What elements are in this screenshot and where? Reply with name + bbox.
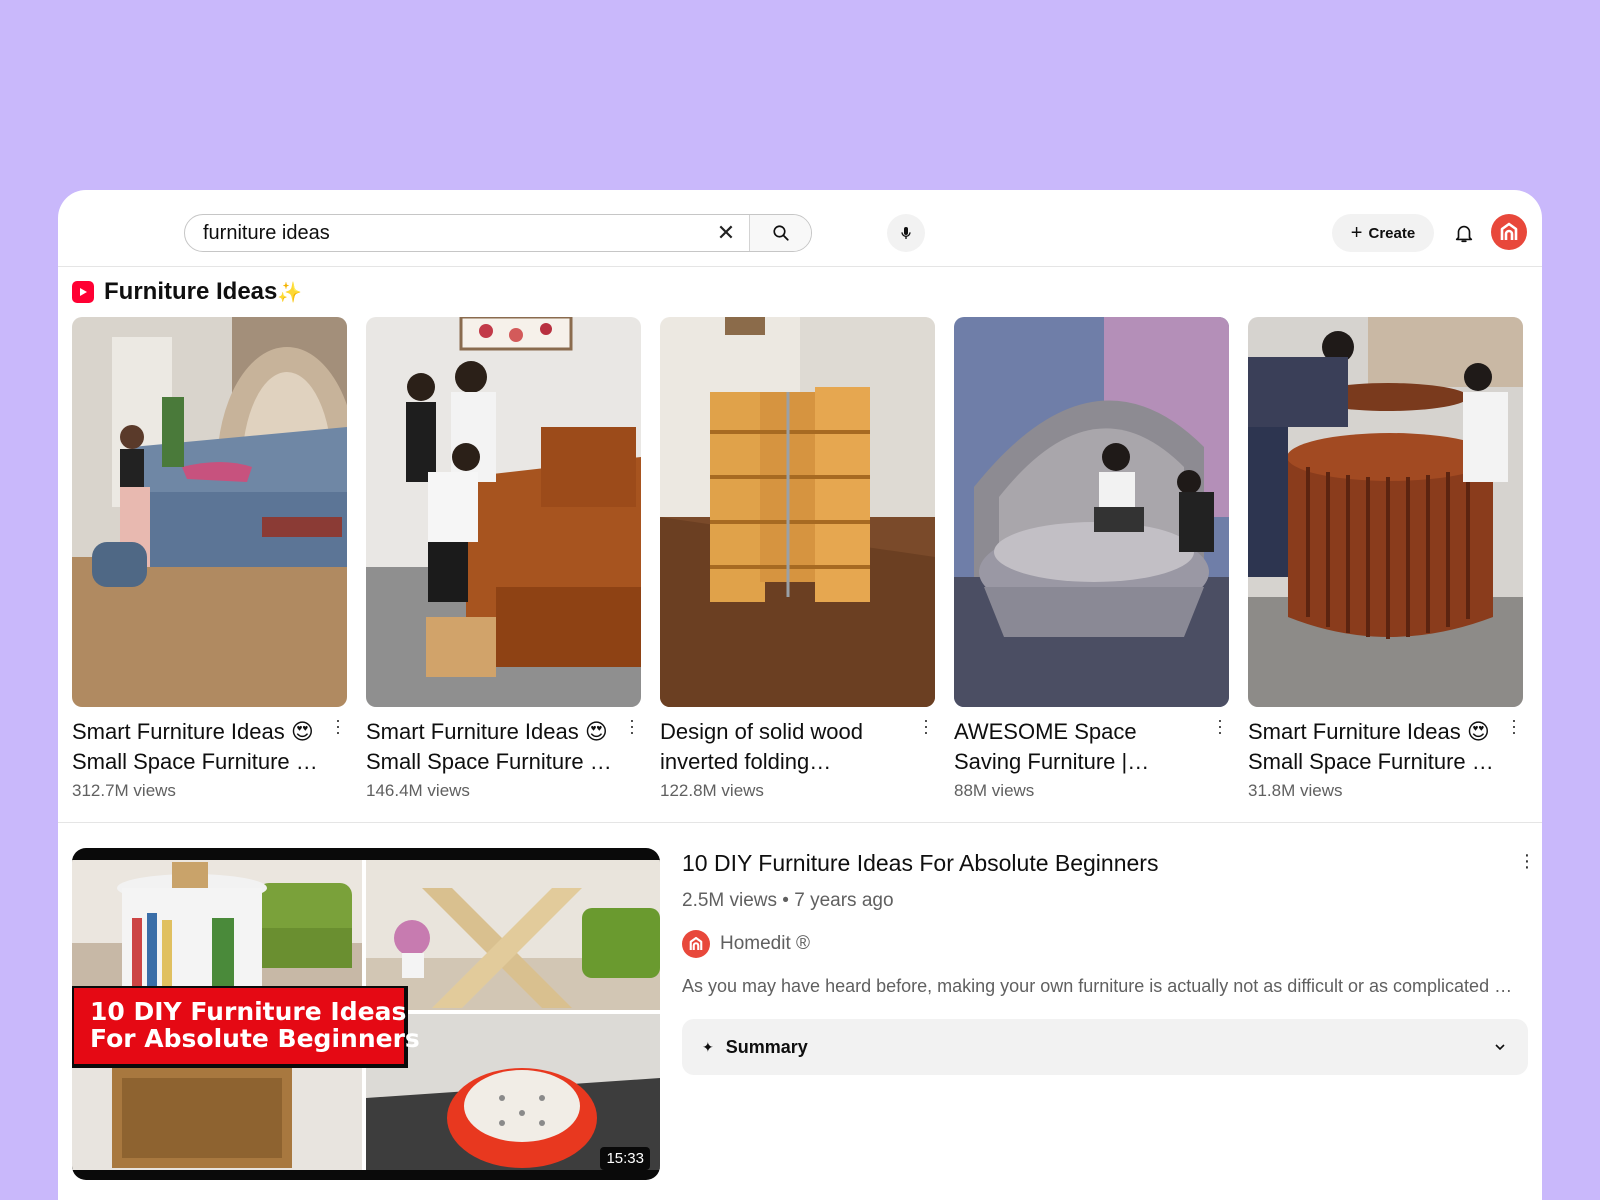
short-views: 31.8M views xyxy=(1248,781,1343,800)
short-thumbnail[interactable] xyxy=(1248,317,1523,707)
section-divider xyxy=(58,822,1542,823)
notifications-button[interactable] xyxy=(1448,217,1480,249)
search-input[interactable] xyxy=(185,215,703,251)
search-button[interactable] xyxy=(749,215,811,251)
video-thumbnail[interactable]: 10 DIY Furniture Ideas For Absolute Begi… xyxy=(72,848,660,1180)
voice-search-button[interactable] xyxy=(887,214,925,252)
shorts-header: Furniture Ideas✨ xyxy=(72,278,302,306)
thumbnail-overlay-text: 10 DIY Furniture Ideas For Absolute Begi… xyxy=(90,997,420,1053)
short-card[interactable]: Smart Furniture Ideas 😍 Small Space Furn… xyxy=(366,317,641,801)
video-description: As you may have heard before, making you… xyxy=(682,976,1518,996)
short-thumbnail[interactable] xyxy=(954,317,1229,707)
more-options-icon[interactable]: · · · xyxy=(1522,845,1532,877)
shorts-logo-icon xyxy=(72,281,94,303)
create-button[interactable]: + Create xyxy=(1332,214,1434,252)
more-options-icon[interactable]: · · · xyxy=(335,711,341,741)
shorts-row: Smart Furniture Ideas 😍 Small Space Furn… xyxy=(72,317,1528,801)
short-title[interactable]: Smart Furniture Ideas 😍 Small Space Furn… xyxy=(366,717,616,777)
video-title[interactable]: 10 DIY Furniture Ideas For Absolute Begi… xyxy=(682,848,1528,878)
short-title[interactable]: AWESOME Space Saving Furniture | Murphy … xyxy=(954,717,1204,777)
shorts-title: Furniture Ideas✨ xyxy=(104,278,303,305)
bell-icon xyxy=(1455,225,1473,243)
channel-name[interactable]: Homedit ® xyxy=(720,933,810,955)
summary-toggle[interactable]: ✦ Summary xyxy=(682,1019,1528,1075)
short-title[interactable]: Smart Furniture Ideas 😍 Small Space Furn… xyxy=(1248,717,1498,777)
short-views: 312.7M views xyxy=(72,781,176,800)
more-options-icon[interactable]: · · · xyxy=(1511,711,1517,741)
close-icon: ✕ xyxy=(716,220,736,245)
sparkle-icon: ✦ xyxy=(702,1038,714,1055)
search-icon xyxy=(772,225,789,241)
sparkle-icon: ✨ xyxy=(277,282,303,304)
short-title[interactable]: Smart Furniture Ideas 😍 Small Space Furn… xyxy=(72,717,322,777)
short-views: 122.8M views xyxy=(660,781,764,800)
short-card[interactable]: AWESOME Space Saving Furniture | Murphy … xyxy=(954,317,1229,801)
short-title[interactable]: Design of solid wood inverted folding… xyxy=(660,717,910,777)
short-thumbnail[interactable] xyxy=(366,317,641,707)
short-card[interactable]: Smart Furniture Ideas 😍 Small Space Furn… xyxy=(72,317,347,801)
channel-link[interactable]: Homedit ® xyxy=(682,930,1528,958)
account-avatar[interactable] xyxy=(1491,214,1527,250)
short-views: 88M views xyxy=(954,781,1035,800)
more-options-icon[interactable]: · · · xyxy=(1217,711,1223,741)
search-box: ✕ xyxy=(184,214,812,252)
homedit-logo-icon xyxy=(1500,222,1518,240)
plus-icon: + xyxy=(1350,222,1363,244)
short-views: 146.4M views xyxy=(366,781,470,800)
video-meta: 2.5M views • 7 years ago xyxy=(682,890,894,911)
more-options-icon[interactable]: · · · xyxy=(923,711,929,741)
chevron-down-icon xyxy=(1495,1044,1505,1051)
clear-search-button[interactable]: ✕ xyxy=(703,215,749,251)
top-bar: ✕ + Create xyxy=(58,190,1542,267)
browser-window: ✕ + Create xyxy=(58,190,1542,1200)
short-card[interactable]: Smart Furniture Ideas 😍 Small Space Furn… xyxy=(1248,317,1523,801)
short-thumbnail[interactable] xyxy=(72,317,347,707)
homedit-logo-icon xyxy=(689,936,703,950)
create-label: Create xyxy=(1368,224,1416,242)
short-card[interactable]: Design of solid wood inverted folding… 1… xyxy=(660,317,935,801)
channel-avatar[interactable] xyxy=(682,930,710,958)
short-thumbnail[interactable] xyxy=(660,317,935,707)
video-info: 10 DIY Furniture Ideas For Absolute Begi… xyxy=(682,845,1530,1075)
duration-badge: 15:33 xyxy=(600,1147,650,1170)
microphone-icon xyxy=(901,227,911,239)
more-options-icon[interactable]: · · · xyxy=(629,711,635,741)
summary-label: Summary xyxy=(725,1036,808,1057)
